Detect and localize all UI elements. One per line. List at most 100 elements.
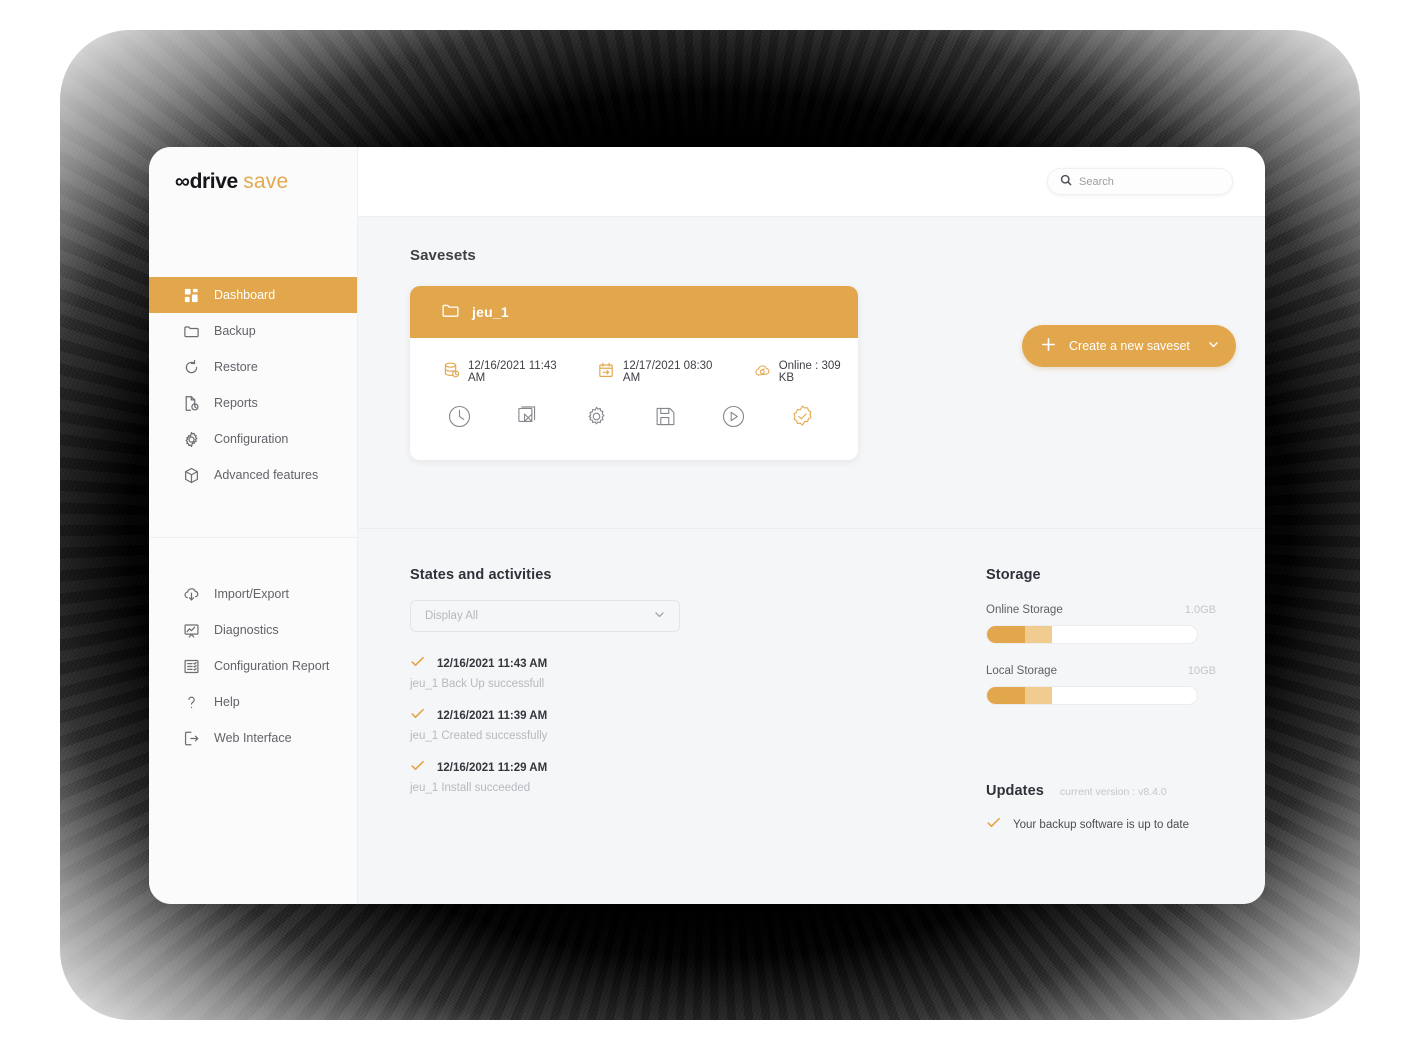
updates-title: Updates — [986, 783, 1044, 799]
cloud-upload-icon — [182, 585, 200, 603]
lower-panel: States and activities Display All 12/16/… — [358, 528, 1265, 904]
exit-arrow-icon — [182, 729, 200, 747]
saveset-action-duplicate[interactable] — [516, 404, 585, 434]
storage-label: Online Storage — [986, 604, 1063, 616]
sidebar-item-label: Help — [214, 695, 240, 709]
storage-size: 1.0GB — [1184, 604, 1216, 616]
clock-icon[interactable] — [447, 404, 472, 434]
activity-list: 12/16/2021 11:43 AM jeu_1 Back Up succes… — [410, 654, 950, 794]
states-title: States and activities — [410, 567, 552, 583]
saveset-action-schedule[interactable] — [447, 404, 516, 434]
activity-item: 12/16/2021 11:43 AM jeu_1 Back Up succes… — [410, 654, 950, 690]
current-version-label: current version : v8.4.0 — [1059, 786, 1167, 798]
storage-reserved-segment — [1024, 626, 1053, 643]
logo-save-text: save — [243, 170, 289, 193]
sidebar-item-configuration-report[interactable]: Configuration Report — [149, 648, 357, 684]
saveset-online-size: Online : 309 KB — [753, 360, 858, 384]
floppy-save-icon[interactable] — [653, 404, 678, 434]
sidebar-item-help[interactable]: Help — [149, 684, 357, 720]
sidebar-item-backup[interactable]: Backup — [149, 313, 357, 349]
activity-description: jeu_1 Back Up successfull — [410, 678, 545, 690]
gear-icon[interactable] — [584, 404, 609, 434]
app-logo[interactable]: ∞drive save — [149, 147, 357, 217]
storage-reserved-segment — [1024, 687, 1053, 704]
activity-description: jeu_1 Created successfully — [410, 730, 548, 742]
main-area: Savesets Create a new saveset — [358, 147, 1265, 904]
storage-used-segment — [987, 626, 1025, 643]
updates-section: Updates current version : v8.4.0 Your ba… — [986, 783, 1216, 835]
calendar-next-icon — [597, 361, 616, 383]
document-clock-icon — [182, 394, 200, 412]
savesets-section: Savesets Create a new saveset jeu_1 12/1… — [358, 217, 1265, 528]
saveset-card[interactable]: jeu_1 12/16/2021 11:43 AM 12/17/2021 08:… — [410, 286, 858, 460]
check-icon — [410, 654, 425, 674]
sidebar-item-label: Configuration — [214, 432, 289, 446]
storage-bar-online: Online Storage 1.0GB — [986, 604, 1216, 644]
sidebar-secondary-nav: Import/Export Diagnostics Configuration … — [149, 538, 357, 756]
database-icon — [442, 361, 461, 383]
activity-description: jeu_1 Install succeeded — [410, 782, 531, 794]
gear-icon — [182, 430, 200, 448]
create-new-saveset-button[interactable]: Create a new saveset — [1022, 325, 1236, 367]
sidebar-item-import-export[interactable]: Import/Export — [149, 576, 357, 612]
search-field[interactable] — [1047, 168, 1233, 195]
dashboard-grid-icon — [182, 286, 200, 304]
storage-progress-bar — [986, 625, 1198, 644]
activity-timestamp: 12/16/2021 11:29 AM — [437, 762, 548, 774]
cube-icon — [182, 466, 200, 484]
sidebar-primary-nav: Dashboard Backup Restore Reports Configu… — [149, 277, 357, 493]
sidebar-item-web-interface[interactable]: Web Interface — [149, 720, 357, 756]
restore-circular-arrow-icon — [182, 358, 200, 376]
verified-check-badge-icon[interactable] — [790, 404, 815, 434]
saveset-action-settings[interactable] — [584, 404, 653, 434]
storage-bar-local: Local Storage 10GB — [986, 665, 1216, 705]
storage-size: 10GB — [1187, 665, 1216, 677]
search-input[interactable] — [1079, 175, 1220, 188]
update-status-text: Your backup software is up to date — [1013, 819, 1190, 831]
saveset-next-backup: 12/17/2021 08:30 AM — [597, 360, 731, 384]
saveset-online-size-text: Online : 309 KB — [778, 360, 841, 384]
saveset-card-header[interactable]: jeu_1 — [410, 286, 858, 338]
sidebar-item-label: Dashboard — [214, 288, 276, 302]
check-icon — [410, 758, 425, 778]
question-mark-icon — [182, 693, 200, 711]
screenshot-stage: ∞drive save Dashboard Backup Restore Rep… — [0, 0, 1413, 1058]
play-circle-icon[interactable] — [721, 404, 746, 434]
activity-item: 12/16/2021 11:39 AM jeu_1 Created succes… — [410, 706, 950, 742]
sidebar-item-restore[interactable]: Restore — [149, 349, 357, 385]
sidebar-item-label: Backup — [214, 324, 256, 338]
saveset-action-run[interactable] — [721, 404, 790, 434]
sidebar-item-dashboard[interactable]: Dashboard — [149, 277, 357, 313]
sidebar-item-label: Restore — [214, 360, 258, 374]
chevron-down-icon[interactable] — [653, 608, 666, 624]
sidebar-item-label: Reports — [214, 396, 258, 410]
sidebar-item-advanced-features[interactable]: Advanced features — [149, 457, 357, 493]
plus-icon — [1040, 336, 1057, 356]
chevron-down-icon[interactable] — [1207, 338, 1220, 354]
chart-frame-icon — [182, 621, 200, 639]
storage-and-updates-section: Storage Online Storage 1.0GB Local Stora… — [986, 567, 1216, 904]
storage-progress-bar — [986, 686, 1198, 705]
activity-timestamp: 12/16/2021 11:39 AM — [437, 710, 548, 722]
sidebar-item-label: Import/Export — [214, 587, 290, 601]
saveset-next-backup-text: 12/17/2021 08:30 AM — [622, 360, 713, 384]
create-new-saveset-label: Create a new saveset — [1069, 339, 1190, 353]
saveset-action-save[interactable] — [653, 404, 722, 434]
saveset-last-backup: 12/16/2021 11:43 AM — [442, 360, 575, 384]
sidebar-item-reports[interactable]: Reports — [149, 385, 357, 421]
sidebar-item-configuration[interactable]: Configuration — [149, 421, 357, 457]
savesets-title: Savesets — [410, 247, 476, 264]
check-icon — [986, 815, 1001, 835]
sidebar: ∞drive save Dashboard Backup Restore Rep… — [149, 147, 358, 904]
duplicate-icon[interactable] — [516, 404, 541, 434]
activity-filter-select[interactable]: Display All — [410, 600, 680, 632]
activity-timestamp: 12/16/2021 11:43 AM — [437, 658, 548, 670]
storage-title: Storage — [986, 567, 1041, 583]
search-icon — [1060, 173, 1072, 191]
list-report-icon — [182, 657, 200, 675]
saveset-action-verified[interactable] — [790, 404, 859, 434]
sidebar-item-diagnostics[interactable]: Diagnostics — [149, 612, 357, 648]
sidebar-item-label: Advanced features — [214, 468, 319, 482]
sidebar-item-label: Diagnostics — [214, 623, 279, 637]
saveset-name: jeu_1 — [472, 304, 509, 320]
